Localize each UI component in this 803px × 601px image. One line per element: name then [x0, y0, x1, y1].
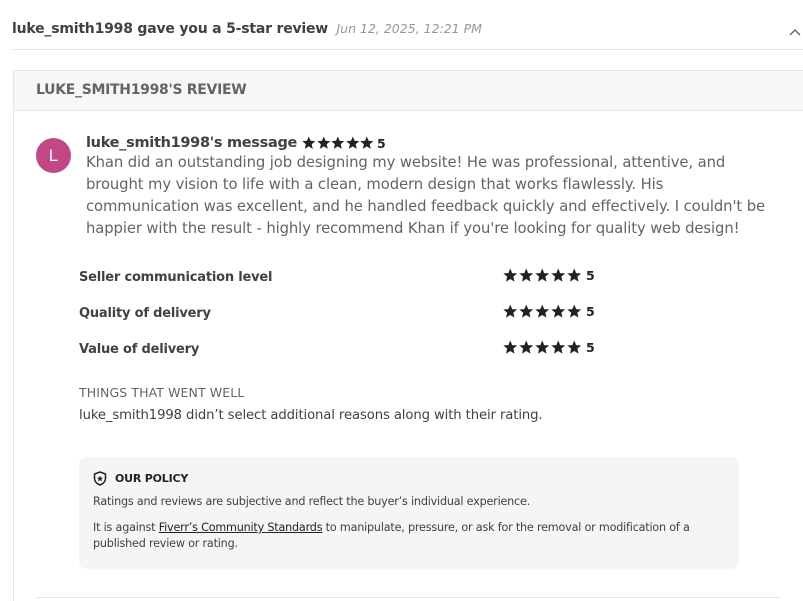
policy-text-standards: It is against Fiverr’s Community Standar… — [93, 520, 725, 552]
shield-icon — [93, 470, 107, 486]
star-icon — [317, 136, 331, 150]
star-icon — [551, 304, 566, 319]
rating-criteria: Seller communication level 5 Quality of … — [79, 266, 639, 374]
criteria-label: Value of delivery — [79, 342, 200, 357]
review-card-title: LUKE_SMITH1998'S REVIEW — [36, 82, 247, 98]
message-author: luke_smith1998's message — [86, 135, 298, 151]
criteria-label: Quality of delivery — [79, 306, 211, 321]
avatar[interactable]: L — [36, 138, 71, 173]
star-icon — [567, 340, 582, 355]
star-icon — [535, 304, 550, 319]
overall-rating-value: 5 — [377, 135, 386, 151]
star-icon — [551, 268, 566, 283]
went-well-text: luke_smith1998 didn’t select additional … — [79, 408, 543, 423]
policy-box: OUR POLICY Ratings and reviews are subje… — [79, 457, 739, 569]
event-header: luke_smith1998 gave you a 5-star review … — [12, 20, 803, 50]
star-icon — [551, 340, 566, 355]
policy-header: OUR POLICY — [93, 470, 725, 486]
star-icon — [519, 340, 534, 355]
review-message: Khan did an outstanding job designing my… — [86, 154, 766, 237]
criteria-label: Seller communication level — [79, 270, 273, 285]
policy-text: Ratings and reviews are subjective and r… — [93, 495, 531, 508]
star-icon — [346, 136, 360, 150]
criteria-stars: 5 — [503, 268, 595, 283]
policy-title: OUR POLICY — [115, 471, 189, 485]
star-icon — [519, 304, 534, 319]
criteria-rating-value: 5 — [586, 304, 595, 319]
star-icon — [535, 268, 550, 283]
criteria-row-communication: Seller communication level 5 — [79, 266, 639, 302]
criteria-row-quality: Quality of delivery 5 — [79, 302, 639, 338]
criteria-stars: 5 — [503, 340, 595, 355]
star-icon — [567, 304, 582, 319]
review-card: LUKE_SMITH1998'S REVIEW L luke_smith1998… — [13, 70, 803, 601]
star-icon — [567, 268, 582, 283]
event-date: Jun 12, 2025, 12:21 PM — [336, 21, 482, 36]
criteria-row-value: Value of delivery 5 — [79, 338, 639, 374]
star-icon — [503, 340, 518, 355]
criteria-stars: 5 — [503, 304, 595, 319]
overall-stars — [302, 136, 374, 150]
star-icon — [331, 136, 345, 150]
review-card-header: LUKE_SMITH1998'S REVIEW — [14, 71, 803, 111]
star-icon — [535, 340, 550, 355]
event-title: luke_smith1998 gave you a 5-star review — [12, 21, 329, 37]
criteria-rating-value: 5 — [586, 340, 595, 355]
star-icon — [503, 268, 518, 283]
community-standards-link[interactable]: Fiverr’s Community Standards — [159, 521, 323, 534]
star-icon — [519, 268, 534, 283]
criteria-rating-value: 5 — [586, 268, 595, 283]
chevron-up-icon[interactable] — [789, 28, 801, 36]
star-icon — [360, 136, 374, 150]
star-icon — [503, 304, 518, 319]
went-well-title: THINGS THAT WENT WELL — [79, 385, 245, 400]
divider — [36, 597, 781, 598]
message-header: luke_smith1998's message 5 — [86, 133, 386, 153]
policy-text-prefix: It is against — [93, 521, 159, 534]
star-icon — [302, 136, 316, 150]
